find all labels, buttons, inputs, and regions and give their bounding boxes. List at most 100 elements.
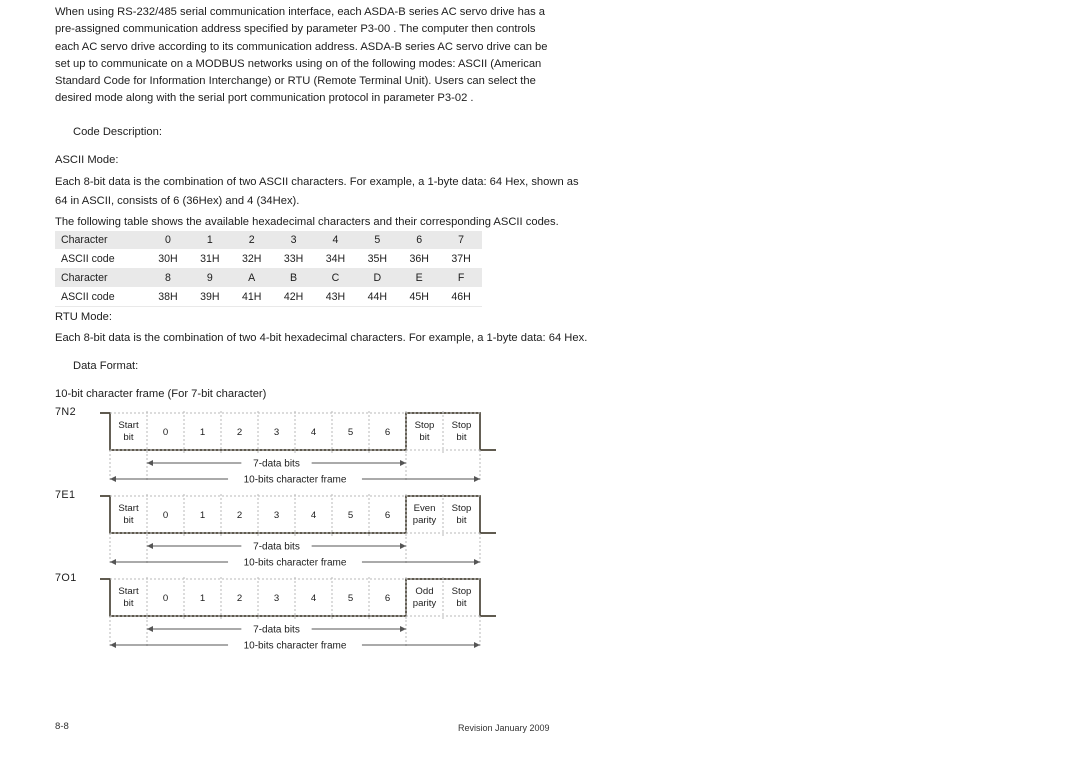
frame-cell-label: Start xyxy=(118,586,139,597)
data-format-heading: Data Format: xyxy=(73,360,139,372)
frame-cell-label: Stop xyxy=(452,420,472,431)
frame-cell-label: 0 xyxy=(163,593,168,604)
data-bits-dimension-text: 7-data bits xyxy=(253,459,300,470)
character-frame-dimension-text: 10-bits character frame xyxy=(244,641,347,652)
table-cell: 39H xyxy=(188,287,231,307)
waveform-line xyxy=(100,578,496,617)
rtu-mode-heading: RTU Mode: xyxy=(55,311,112,323)
table-cell: 37H xyxy=(440,249,482,269)
frame-cell-label: 1 xyxy=(200,427,205,438)
table-row-header: Character xyxy=(55,230,147,250)
footer-page-number: 8-8 xyxy=(55,721,69,732)
frame-label: 7O1 xyxy=(55,572,77,584)
frame-cell-label: Start xyxy=(118,420,139,431)
frame-waveform-svg: Startbit 0 1 2 3 4 5 6EvenparityStopbit7-data b… xyxy=(100,494,496,569)
table-cell: E xyxy=(398,268,441,288)
frame-cell-label: Stop xyxy=(452,503,472,514)
frame-cell-label-line2: bit xyxy=(456,515,466,526)
table-cell: 41H xyxy=(230,287,273,307)
frame-cell-label: Stop xyxy=(452,586,472,597)
frame-waveform-svg: Startbit 0 1 2 3 4 5 6OddparityStopbit7-data bi… xyxy=(100,577,496,652)
table-cell: F xyxy=(440,268,482,288)
table-cell: 42H xyxy=(272,287,315,307)
frame-cell-label-line2: bit xyxy=(123,598,133,609)
table-cell: C xyxy=(314,268,357,288)
waveform-line xyxy=(100,412,496,451)
data-bits-dimension-text: 7-data bits xyxy=(253,625,300,636)
table-row: ASCII code 30H 31H 32H 33H 34H 35H 36H 37H xyxy=(55,249,482,269)
frame-cell-label-line2: bit xyxy=(456,432,466,443)
frame-cell-label-line2: bit xyxy=(419,432,429,443)
frame-cell-label: 4 xyxy=(311,510,317,521)
table-intro-line: The following table shows the available … xyxy=(55,216,559,228)
frame-cell-label: 5 xyxy=(348,510,353,521)
table-row: Character 8 9 A B C D E F xyxy=(55,268,482,288)
table-cell: 4 xyxy=(314,230,357,250)
data-bits-dimension: 7-data bits xyxy=(147,459,406,470)
table-cell: 31H xyxy=(188,249,231,269)
ascii-mode-line-1: Each 8-bit data is the combination of tw… xyxy=(55,176,579,188)
table-cell: 46H xyxy=(440,287,482,307)
frame-cell-label-line2: bit xyxy=(123,432,133,443)
frame-cell-label-line2: parity xyxy=(413,515,437,526)
table-cell: 30H xyxy=(147,249,189,269)
waveform-line xyxy=(100,495,496,534)
ascii-mode-heading: ASCII Mode: xyxy=(55,154,119,166)
table-cell: 2 xyxy=(230,230,273,250)
frame-cell-label: Even xyxy=(414,503,436,514)
frame-cell-label: 1 xyxy=(200,510,205,521)
table-cell: B xyxy=(272,268,315,288)
table-cell: 6 xyxy=(398,230,441,250)
frame-cell-label: 6 xyxy=(385,593,390,604)
data-bits-dimension-text: 7-data bits xyxy=(253,542,300,553)
table-cell: 32H xyxy=(230,249,273,269)
intro-paragraph: When using RS-232/485 serial communicati… xyxy=(55,6,548,105)
frame-cell-label: Start xyxy=(118,503,139,514)
frame-cell-label: 1 xyxy=(200,593,205,604)
table-row-header: Character xyxy=(55,268,147,288)
table-cell: 7 xyxy=(440,230,482,250)
table-row-header: ASCII code xyxy=(55,287,147,307)
character-frame-dimension: 10-bits character frame xyxy=(110,475,480,486)
table-row-header: ASCII code xyxy=(55,249,147,269)
table-cell: 45H xyxy=(398,287,441,307)
table-cell: A xyxy=(230,268,273,288)
frame-cell-label: 4 xyxy=(311,427,317,438)
document-page: When using RS-232/485 serial communicati… xyxy=(0,0,1080,763)
frame-cell-label: 6 xyxy=(385,427,390,438)
table-cell: 38H xyxy=(147,287,189,307)
intro-paragraph-block: When using RS-232/485 serial communicati… xyxy=(55,4,555,108)
frame-intro-line: 10-bit character frame (For 7-bit charac… xyxy=(55,388,267,400)
frame-cell-label: Stop xyxy=(415,420,435,431)
table-cell: 35H xyxy=(356,249,399,269)
table-cell: 0 xyxy=(147,230,189,250)
table-cell: 8 xyxy=(147,268,189,288)
rtu-mode-line-1: Each 8-bit data is the combination of tw… xyxy=(55,332,588,344)
table-row: Character 0 1 2 3 4 5 6 7 xyxy=(55,230,482,250)
frame-cell-label: 2 xyxy=(237,593,242,604)
footer-revision: Revision January 2009 xyxy=(458,723,550,733)
code-description-heading: Code Description: xyxy=(73,126,162,138)
frame-cell-label: 2 xyxy=(237,427,242,438)
character-frame-dimension-text: 10-bits character frame xyxy=(244,475,347,486)
character-frame-dimension: 10-bits character frame xyxy=(110,558,480,569)
frame-cell-label: 2 xyxy=(237,510,242,521)
frame-cell-label-line2: parity xyxy=(413,598,437,609)
table-cell: 36H xyxy=(398,249,441,269)
table-cell: 9 xyxy=(188,268,231,288)
table-cell: 5 xyxy=(356,230,399,250)
data-bits-dimension: 7-data bits xyxy=(147,542,406,553)
frame-waveform-svg: Startbit 0 1 2 3 4 5 6StopbitStopbit7-data bits… xyxy=(100,411,496,486)
frame-cell-label: 0 xyxy=(163,510,168,521)
table-cell: 1 xyxy=(188,230,231,250)
ascii-code-table-body: Character 0 1 2 3 4 5 6 7 ASCII code 30H 31H 32H 33H 3… xyxy=(55,230,482,307)
table-cell: D xyxy=(356,268,399,288)
frame-cell-label: 3 xyxy=(274,593,279,604)
table-cell: 3 xyxy=(272,230,315,250)
frame-cell-label-line2: bit xyxy=(123,515,133,526)
table-cell: 44H xyxy=(356,287,399,307)
frame-cell-label: 4 xyxy=(311,593,317,604)
ascii-code-table: Character 0 1 2 3 4 5 6 7 ASCII code 30H 31H 32H 33H 3… xyxy=(55,230,482,307)
table-row: ASCII code 38H 39H 41H 42H 43H 44H 45H 46H xyxy=(55,287,482,307)
table-cell: 34H xyxy=(314,249,357,269)
